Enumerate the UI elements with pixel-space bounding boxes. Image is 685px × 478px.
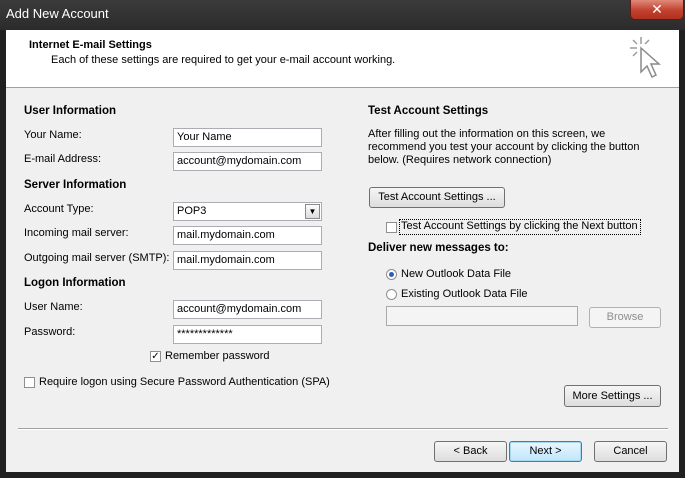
username-label: User Name: (24, 301, 83, 313)
test-on-next-checkbox[interactable] (386, 222, 397, 233)
window-title: Add New Account (6, 6, 109, 21)
data-file-path-input[interactable] (386, 306, 578, 326)
account-type-value: POP3 (177, 205, 207, 217)
existing-data-file-label[interactable]: Existing Outlook Data File (401, 288, 528, 300)
name-input[interactable]: Your Name (173, 128, 322, 147)
email-input[interactable]: account@mydomain.com (173, 152, 322, 171)
incoming-server-label: Incoming mail server: (24, 227, 129, 239)
next-button[interactable]: Next > (509, 441, 582, 462)
browse-button[interactable]: Browse (589, 307, 661, 328)
outgoing-server-input[interactable]: mail.mydomain.com (173, 251, 322, 270)
close-icon: ✕ (651, 1, 663, 17)
name-label: Your Name: (24, 129, 82, 141)
server-info-heading: Server Information (24, 179, 127, 191)
add-account-window: Add New Account ✕ Internet E-mail Settin… (0, 0, 685, 478)
test-settings-description: After filling out the information on thi… (368, 128, 640, 166)
existing-data-file-radio[interactable] (386, 289, 397, 300)
spa-label[interactable]: Require logon using Secure Password Auth… (39, 376, 330, 388)
test-settings-heading: Test Account Settings (368, 105, 489, 117)
deliver-heading: Deliver new messages to: (368, 242, 509, 254)
header-subtitle: Each of these settings are required to g… (51, 54, 396, 66)
cursor-click-icon (630, 37, 661, 79)
title-bar[interactable]: Add New Account ✕ (0, 0, 685, 30)
spa-checkbox[interactable] (24, 377, 35, 388)
remember-password-checkbox[interactable]: ✓ (150, 351, 161, 362)
outgoing-server-label: Outgoing mail server (SMTP): (24, 252, 170, 264)
header-title: Internet E-mail Settings (29, 39, 152, 51)
account-type-label: Account Type: (24, 203, 94, 215)
header-panel: Internet E-mail Settings Each of these s… (6, 30, 679, 88)
incoming-server-input[interactable]: mail.mydomain.com (173, 226, 322, 245)
close-button[interactable]: ✕ (630, 0, 684, 20)
logon-info-heading: Logon Information (24, 277, 126, 289)
bottom-separator (18, 428, 668, 430)
new-data-file-label[interactable]: New Outlook Data File (401, 268, 511, 280)
cancel-button[interactable]: Cancel (594, 441, 667, 462)
more-settings-button[interactable]: More Settings ... (564, 385, 661, 407)
user-info-heading: User Information (24, 105, 117, 117)
test-on-next-label[interactable]: Test Account Settings by clicking the Ne… (401, 220, 638, 232)
back-button[interactable]: < Back (434, 441, 507, 462)
new-data-file-radio[interactable] (386, 269, 397, 280)
dialog-body: Internet E-mail Settings Each of these s… (6, 30, 679, 472)
chevron-down-icon[interactable]: ▼ (305, 204, 320, 219)
password-input[interactable]: ************* (173, 325, 322, 344)
email-label: E-mail Address: (24, 153, 102, 165)
password-label: Password: (24, 326, 76, 338)
test-account-settings-button[interactable]: Test Account Settings ... (369, 187, 505, 208)
username-input[interactable]: account@mydomain.com (173, 300, 322, 319)
account-type-select[interactable]: POP3 ▼ (173, 202, 322, 221)
remember-password-label[interactable]: Remember password (165, 350, 270, 362)
